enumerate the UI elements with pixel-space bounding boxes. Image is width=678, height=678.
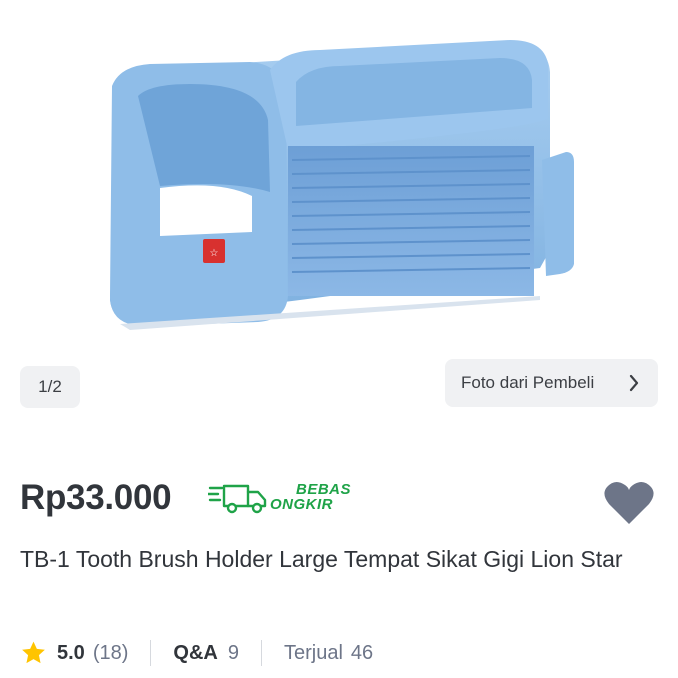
image-pager: 1/2 (20, 366, 80, 408)
free-shipping-line1: BEBAS (296, 481, 352, 498)
product-stats: 5.0 (18) Q&A 9 Terjual 46 (20, 636, 373, 670)
image-pager-text: 1/2 (38, 377, 62, 396)
qa-label[interactable]: Q&A (173, 642, 217, 665)
free-shipping-truck-icon (208, 484, 267, 514)
buyer-photos-button[interactable]: Foto dari Pembeli (445, 359, 658, 407)
chevron-right-icon (629, 374, 639, 392)
divider (260, 640, 262, 666)
buyer-photos-label: Foto dari Pembeli (461, 373, 595, 392)
product-price: Rp33.000 (20, 478, 172, 517)
tooth-brush-holder-photo: ☆ (110, 40, 574, 330)
heart-icon[interactable] (603, 480, 655, 526)
product-image[interactable]: ☆ (0, 0, 678, 352)
star-icon (22, 641, 45, 664)
qa-count[interactable]: 9 (228, 642, 239, 665)
svg-text:☆: ☆ (210, 248, 219, 259)
review-count[interactable]: (18) (93, 642, 129, 665)
divider (150, 640, 152, 666)
free-shipping-line2: ONGKIR (270, 496, 333, 513)
free-shipping-badge: BEBAS ONGKIR (208, 480, 351, 516)
sold-count: 46 (350, 641, 374, 664)
product-title: TB-1 Tooth Brush Holder Large Tempat Sik… (20, 546, 623, 572)
sold-label: Terjual (283, 641, 343, 664)
rating-value[interactable]: 5.0 (57, 642, 85, 665)
